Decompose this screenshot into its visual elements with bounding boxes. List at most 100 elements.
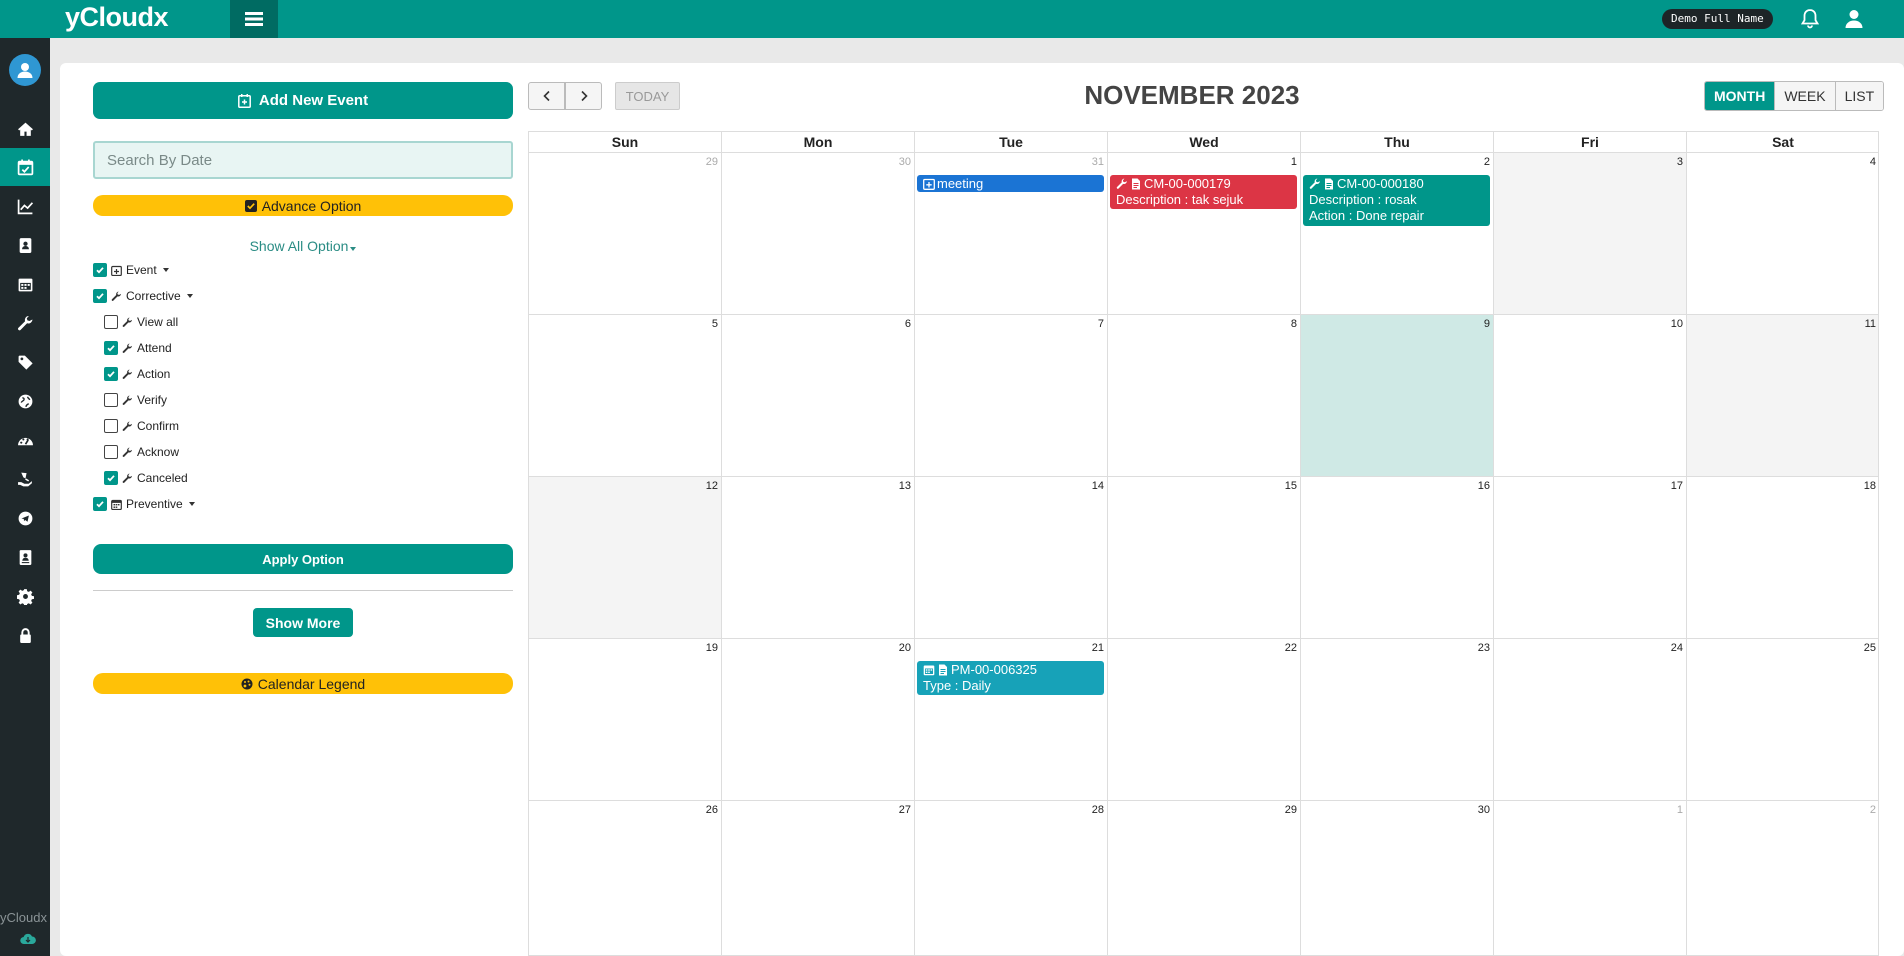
action-checkbox[interactable] (104, 367, 118, 381)
day-cell[interactable]: 19 (528, 639, 721, 801)
palette-icon (241, 678, 253, 689)
option-acknow-label: Acknow (137, 445, 180, 459)
sidebar-item-analytics[interactable] (0, 187, 50, 225)
show-more-button[interactable]: Show More (253, 608, 353, 637)
calendar-legend-bar[interactable]: Calendar Legend (93, 673, 513, 694)
day-cell[interactable]: 7 (914, 315, 1107, 477)
day-cell[interactable]: 29 (1107, 801, 1300, 956)
confirm-checkbox[interactable] (104, 419, 118, 433)
day-cell[interactable]: 5 (528, 315, 721, 477)
day-cell[interactable]: 29 (528, 153, 721, 315)
day-cell[interactable]: 24 (1493, 639, 1686, 801)
caret-down-icon[interactable] (186, 294, 193, 298)
next-month-button[interactable] (565, 82, 602, 110)
day-cell[interactable]: 17 (1493, 477, 1686, 639)
day-number: 4 (1869, 156, 1876, 168)
today-cell[interactable]: 9 (1300, 315, 1493, 477)
corrective-checkbox[interactable] (93, 289, 107, 303)
list-view-button[interactable]: LIST (1834, 82, 1884, 110)
day-cell[interactable]: 8 (1107, 315, 1300, 477)
day-cell[interactable]: 6 (721, 315, 914, 477)
event-pm-00-006325[interactable]: PM-00-006325 Type : Daily (917, 661, 1104, 695)
user-name-badge[interactable]: Demo Full Name (1662, 9, 1773, 29)
event-cm-00-000180[interactable]: CM-00-000180 Description : rosak Action … (1303, 175, 1490, 226)
day-cell[interactable]: 25 (1686, 639, 1879, 801)
day-cell[interactable]: 28 (914, 801, 1107, 956)
day-cell[interactable]: 10 (1493, 315, 1686, 477)
day-cell[interactable]: 4 (1686, 153, 1879, 315)
day-cell[interactable]: 2 (1686, 801, 1879, 956)
brand-logo[interactable]: yCloudx (65, 2, 169, 33)
day-cell[interactable]: 12 (528, 477, 721, 639)
day-cell[interactable]: 16 (1300, 477, 1493, 639)
apply-option-button[interactable]: Apply Option (93, 544, 513, 574)
acknow-checkbox[interactable] (104, 445, 118, 459)
day-cell[interactable]: 26 (528, 801, 721, 956)
sidebar-item-globe[interactable] (0, 382, 50, 420)
sidebar-item-contact-card[interactable] (0, 538, 50, 576)
option-acknow[interactable]: Acknow (104, 445, 179, 459)
day-cell[interactable]: 14 (914, 477, 1107, 639)
day-cell[interactable]: 11 (1686, 315, 1879, 477)
user-icon[interactable] (1842, 7, 1866, 31)
option-preventive[interactable]: Preventive (93, 497, 195, 511)
day-cell[interactable]: 23 (1300, 639, 1493, 801)
caret-down-icon[interactable] (162, 268, 169, 272)
option-corrective[interactable]: Corrective (93, 289, 193, 303)
day-number: 18 (1863, 480, 1876, 492)
today-button[interactable]: TODAY (615, 82, 680, 110)
option-confirm[interactable]: Confirm (104, 419, 179, 433)
option-attend[interactable]: Attend (104, 341, 172, 355)
day-cell[interactable]: 3 (1493, 153, 1686, 315)
month-view-button[interactable]: MONTH (1705, 82, 1775, 110)
sidebar-item-dashboard[interactable] (0, 421, 50, 459)
sidebar-item-calendar[interactable] (0, 265, 50, 303)
sidebar-item-contacts[interactable] (0, 226, 50, 264)
attend-checkbox[interactable] (104, 341, 118, 355)
day-cell[interactable]: 18 (1686, 477, 1879, 639)
sidebar-item-lock[interactable] (0, 616, 50, 654)
dow-sat: Sat (1686, 132, 1879, 152)
option-verify[interactable]: Verify (104, 393, 167, 407)
hand-holding-icon (17, 472, 32, 486)
event-meeting[interactable]: meeting (917, 175, 1104, 192)
menu-toggle-button[interactable] (230, 0, 278, 38)
view-all-checkbox[interactable] (104, 315, 118, 329)
day-cell[interactable]: 30 (721, 153, 914, 315)
bell-icon[interactable] (1798, 7, 1822, 31)
day-cell[interactable]: 30 (1300, 801, 1493, 956)
option-view-all[interactable]: View all (104, 315, 178, 329)
show-all-option-toggle[interactable]: Show All Option (93, 238, 513, 254)
canceled-checkbox[interactable] (104, 471, 118, 485)
prev-month-button[interactable] (528, 82, 565, 110)
day-cell[interactable]: 1 (1493, 801, 1686, 956)
hamburger-icon (245, 12, 263, 26)
sidebar-item-settings[interactable] (0, 577, 50, 615)
day-number: 13 (898, 480, 911, 492)
search-by-date-input[interactable] (93, 141, 513, 179)
option-event[interactable]: Event (93, 263, 169, 277)
event-cm-00-000179[interactable]: CM-00-000179 Description : tak sejuk (1110, 175, 1297, 209)
sidebar-item-maintenance[interactable] (0, 304, 50, 342)
sidebar-item-calendar-events[interactable] (0, 148, 50, 186)
sidebar-item-services[interactable] (0, 460, 50, 498)
week-view-button[interactable]: WEEK (1774, 82, 1835, 110)
day-cell[interactable]: 27 (721, 801, 914, 956)
preventive-checkbox[interactable] (93, 497, 107, 511)
sidebar-item-tags[interactable] (0, 343, 50, 381)
verify-checkbox[interactable] (104, 393, 118, 407)
add-new-event-button[interactable]: Add New Event (93, 82, 513, 119)
day-cell[interactable]: 13 (721, 477, 914, 639)
event-checkbox[interactable] (93, 263, 107, 277)
sidebar-item-telegram[interactable] (0, 499, 50, 537)
day-cell[interactable]: 22 (1107, 639, 1300, 801)
advance-option-bar[interactable]: Advance Option (93, 195, 513, 216)
sidebar-item-home[interactable] (0, 110, 50, 148)
day-cell[interactable]: 20 (721, 639, 914, 801)
day-cell[interactable]: 15 (1107, 477, 1300, 639)
event-title: PM-00-006325 (951, 662, 1037, 677)
caret-down-icon[interactable] (188, 502, 195, 506)
option-canceled[interactable]: Canceled (104, 471, 188, 485)
avatar[interactable] (9, 54, 41, 86)
option-action[interactable]: Action (104, 367, 170, 381)
